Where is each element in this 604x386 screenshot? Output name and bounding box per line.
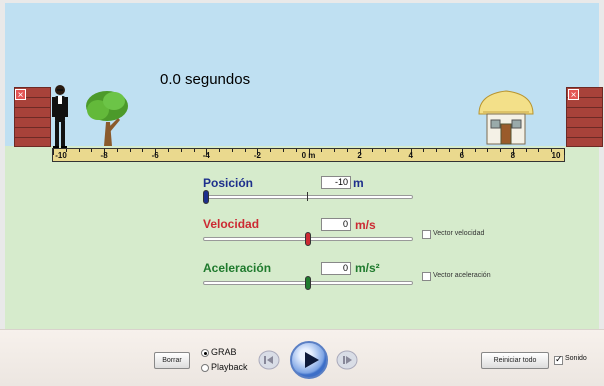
ruler-tick — [474, 149, 476, 152]
grab-label: GRAB — [211, 347, 237, 357]
ruler-tick — [53, 149, 54, 155]
velocity-slider-knob[interactable] — [305, 232, 311, 246]
ruler-tick-label: -2 — [253, 151, 261, 160]
position-ruler: -10 -8 -6 -4 -2 0 m 2 4 6 8 10 — [52, 148, 565, 162]
ruler-tick — [346, 149, 348, 152]
ruler-tick — [129, 149, 131, 152]
close-icon[interactable]: × — [15, 89, 26, 101]
ruler-tick-label: -4 — [202, 151, 210, 160]
ruler-tick — [78, 149, 80, 152]
ruler-tick — [385, 149, 387, 152]
playback-label: Playback — [211, 362, 248, 372]
ruler-tick-label: -6 — [151, 151, 159, 160]
clear-button[interactable]: Borrar — [154, 352, 190, 369]
ruler-tick — [282, 149, 284, 152]
acceleration-unit: m/s² — [355, 261, 380, 275]
ruler-tick-label: 4 — [408, 151, 413, 160]
sound-checkbox[interactable] — [554, 354, 563, 365]
tree-icon — [86, 91, 128, 146]
man-figure[interactable] — [50, 83, 70, 149]
velocity-vector-label: Vector velocidad — [433, 230, 485, 237]
position-unit: m — [353, 176, 364, 190]
ruler-tick — [180, 149, 182, 152]
ruler-tick — [91, 149, 93, 152]
ruler-tick — [321, 149, 323, 152]
timer-readout: 0.0 segundos — [160, 71, 251, 88]
left-wall: × — [14, 87, 51, 147]
ruler-tick — [487, 149, 489, 152]
position-zero-mark — [307, 192, 308, 201]
acceleration-vector-label: Vector aceleración — [433, 272, 491, 279]
ruler-tick-label: -10 — [55, 151, 67, 160]
ruler-tick — [449, 149, 451, 152]
ruler-tick — [167, 149, 169, 152]
ruler-tick — [244, 149, 246, 152]
simulation-frame — [0, 0, 604, 386]
grab-radio[interactable] — [201, 349, 209, 357]
ruler-tick-label: 6 — [459, 151, 465, 160]
ruler-tick — [116, 149, 118, 152]
acceleration-value-field[interactable]: 0 — [321, 262, 351, 275]
velocity-value-field[interactable]: 0 — [321, 218, 351, 231]
ruler-tick — [372, 149, 374, 152]
ruler-tick — [334, 149, 336, 152]
velocity-vector-checkbox[interactable] — [422, 230, 431, 239]
ruler-tick — [564, 149, 565, 155]
ruler-tick — [397, 149, 399, 152]
ruler-tick — [295, 149, 297, 152]
play-icon — [305, 352, 319, 368]
ruler-tick — [270, 149, 272, 152]
step-forward-icon[interactable] — [336, 350, 358, 370]
close-icon[interactable]: × — [568, 89, 579, 101]
velocity-label: Velocidad — [203, 217, 260, 231]
ruler-tick-label: 10 — [551, 151, 561, 160]
acceleration-vector-checkbox[interactable] — [422, 272, 431, 281]
ruler-tick — [525, 149, 527, 152]
house-icon — [478, 90, 534, 145]
playback-radio[interactable] — [201, 364, 209, 372]
ruler-tick — [436, 149, 438, 152]
ruler-tick-label: -8 — [100, 151, 108, 160]
right-wall: × — [566, 87, 603, 147]
play-button[interactable] — [290, 341, 328, 379]
ruler-tick — [500, 149, 502, 152]
position-value-field[interactable]: -10 — [321, 176, 351, 189]
ruler-tick-label: 0 m — [301, 151, 316, 160]
acceleration-slider-knob[interactable] — [305, 276, 311, 290]
ruler-tick — [423, 149, 425, 152]
ruler-tick — [219, 149, 221, 152]
position-slider-track[interactable] — [203, 195, 413, 199]
position-label: Posición — [203, 176, 254, 190]
sound-label: Sonido — [565, 355, 587, 362]
ruler-tick — [193, 149, 195, 152]
ruler-tick — [538, 149, 540, 152]
acceleration-label: Aceleración — [203, 261, 272, 275]
rewind-icon[interactable] — [258, 350, 280, 370]
reset-all-button[interactable]: Reiniciar todo — [481, 352, 549, 369]
velocity-unit: m/s — [355, 218, 376, 232]
position-slider-knob[interactable] — [203, 190, 209, 204]
ruler-tick — [231, 149, 233, 152]
ruler-tick-label: 8 — [510, 151, 516, 160]
ruler-tick — [142, 149, 144, 152]
ruler-tick-label: 2 — [357, 151, 362, 160]
